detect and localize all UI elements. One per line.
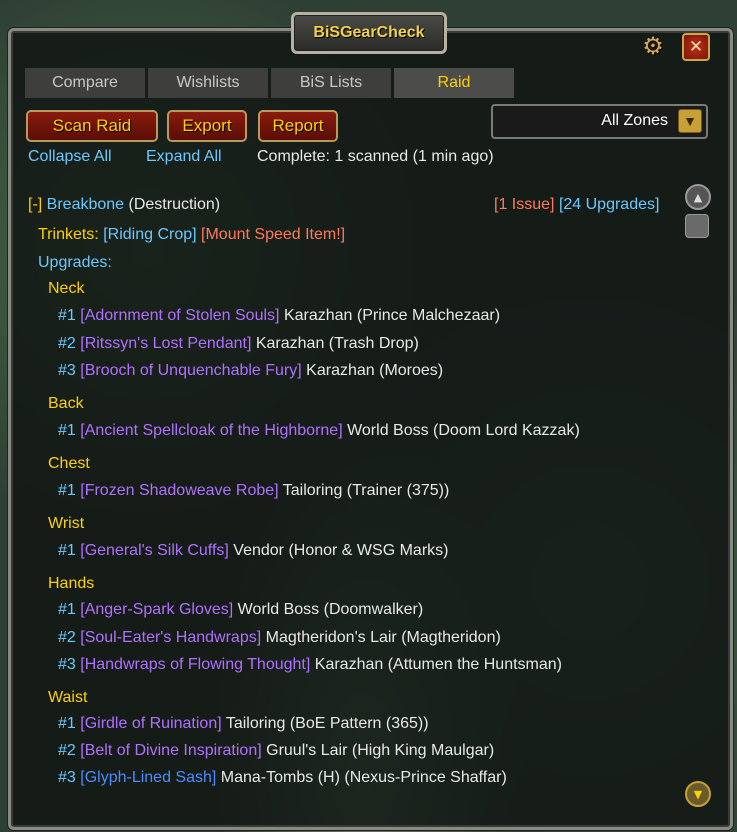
upgrade-row: #1 [Frozen Shadoweave Robe] Tailoring (T… [58,482,449,500]
collapse-all-link[interactable]: Collapse All [28,148,112,166]
upgrade-rank: #1 [58,482,76,499]
upgrade-item-link[interactable]: [Girdle of Ruination] [80,715,221,732]
upgrade-item-link[interactable]: [Ancient Spellcloak of the Highborne] [80,422,342,439]
upgrade-row: #3 [Handwraps of Flowing Thought] Karazh… [58,656,562,674]
upgrade-rank: #3 [58,362,76,379]
slot-heading-wrist: Wrist [48,515,85,532]
upgrade-source: Karazhan (Attumen the Huntsman) [314,656,562,673]
trinket-item-link[interactable]: [Riding Crop] [103,226,196,243]
scroll-up-button[interactable]: ▲ [685,184,711,210]
upgrade-source: Vendor (Honor & WSG Marks) [233,542,449,559]
report-button[interactable]: Report [258,110,338,142]
tab-bis-lists[interactable]: BiS Lists [271,68,391,98]
upgrade-item-link[interactable]: [Anger-Spark Gloves] [80,601,233,618]
upgrade-item-link[interactable]: [Ritssyn's Lost Pendant] [80,335,251,352]
upgrade-rank: #2 [58,335,76,352]
upgrade-item-link[interactable]: [Glyph-Lined Sash] [80,769,216,786]
upgrade-row: #3 [Glyph-Lined Sash] Mana-Tombs (H) (Ne… [58,769,507,787]
upgrade-row: #2 [Belt of Divine Inspiration] Gruul's … [58,742,494,760]
trinkets-label: Trinkets: [38,226,99,243]
window-title-plate[interactable]: BiSGearCheck [291,12,447,54]
player-name: Breakbone [46,196,125,213]
upgrade-row: #1 [Girdle of Ruination] Tailoring (BoE … [58,715,429,733]
trinket-warning: [Mount Speed Item!] [201,226,346,243]
upgrade-rank: #2 [58,742,76,759]
slot-heading-back: Back [48,395,84,412]
collapse-toggle[interactable]: [-] [28,196,42,213]
upgrade-rank: #3 [58,769,76,786]
upgrade-source: World Boss (Doom Lord Kazzak) [347,422,580,439]
upgrade-source: Karazhan (Trash Drop) [255,335,419,352]
upgrade-row: #1 [General's Silk Cuffs] Vendor (Honor … [58,542,448,560]
tab-compare[interactable]: Compare [25,68,145,98]
chevron-up-icon: ▲ [693,190,703,204]
slot-heading-chest: Chest [48,455,90,472]
upgrade-item-link[interactable]: [Frozen Shadoweave Robe] [80,482,278,499]
gear-icon[interactable]: ⚙ [641,34,665,58]
upgrade-source: Karazhan (Moroes) [306,362,444,379]
upgrade-item-link[interactable]: [Soul-Eater's Handwraps] [80,629,261,646]
upgrade-rank: #3 [58,656,76,673]
issue-count[interactable]: [1 Issue] [494,196,554,213]
player-summary: [1 Issue] [24 Upgrades] [494,196,659,214]
upgrade-item-link[interactable]: [Belt of Divine Inspiration] [80,742,261,759]
upgrades-label: Upgrades: [38,254,112,271]
upgrade-row: #3 [Brooch of Unquenchable Fury] Karazha… [58,362,443,380]
upgrade-rank: #1 [58,422,76,439]
zone-dropdown-value: All Zones [601,112,668,129]
tab-raid[interactable]: Raid [394,68,514,98]
upgrade-item-link[interactable]: [General's Silk Cuffs] [80,542,229,559]
scan-raid-button[interactable]: Scan Raid [26,110,158,142]
upgrade-source: Magtheridon's Lair (Magtheridon) [265,629,501,646]
upgrade-source: Karazhan (Prince Malchezaar) [283,307,501,324]
player-spec: (Destruction) [128,196,221,213]
export-button[interactable]: Export [167,110,247,142]
upgrade-source: Gruul's Lair (High King Maulgar) [266,742,495,759]
scroll-down-button[interactable]: ▼ [685,781,711,807]
trinkets-row: Trinkets: [Riding Crop] [Mount Speed Ite… [38,226,345,244]
upgrade-source: Tailoring (BoE Pattern (365)) [225,715,429,732]
chevron-down-icon[interactable]: ▼ [678,109,702,133]
slot-heading-hands: Hands [48,575,95,592]
upgrade-item-link[interactable]: [Adornment of Stolen Souls] [80,307,279,324]
upgrade-row: #2 [Soul-Eater's Handwraps] Magtheridon'… [58,629,501,647]
upgrade-source: Tailoring (Trainer (375)) [282,482,450,499]
expand-all-link[interactable]: Expand All [146,148,222,166]
upgrade-source: World Boss (Doomwalker) [237,601,424,618]
upgrade-item-link[interactable]: [Brooch of Unquenchable Fury] [80,362,301,379]
upgrade-row: #1 [Adornment of Stolen Souls] Karazhan … [58,307,500,325]
window-title: BiSGearCheck [313,24,425,41]
upgrade-rank: #1 [58,307,76,324]
upgrade-item-link[interactable]: [Handwraps of Flowing Thought] [80,656,310,673]
player-header[interactable]: [-] Breakbone (Destruction) [28,196,220,214]
upgrade-rank: #1 [58,715,76,732]
zone-dropdown[interactable]: All Zones ▼ [491,104,708,139]
tab-wishlists[interactable]: Wishlists [148,68,268,98]
upgrade-rank: #1 [58,542,76,559]
tab-bar: Compare Wishlists BiS Lists Raid [25,68,514,98]
scan-status: Complete: 1 scanned (1 min ago) [257,148,494,165]
upgrade-row: #1 [Ancient Spellcloak of the Highborne]… [58,422,580,440]
scrollbar-thumb[interactable] [685,214,709,238]
upgrade-count[interactable]: [24 Upgrades] [559,196,660,213]
upgrade-source: Mana-Tombs (H) (Nexus-Prince Shaffar) [220,769,507,786]
close-button[interactable]: ✕ [682,33,710,61]
upgrade-rank: #2 [58,629,76,646]
upgrade-row: #2 [Ritssyn's Lost Pendant] Karazhan (Tr… [58,335,419,353]
slot-heading-neck: Neck [48,280,85,297]
slot-heading-waist: Waist [48,689,88,706]
chevron-down-icon: ▼ [693,787,703,801]
close-icon: ✕ [688,37,704,57]
upgrade-row: #1 [Anger-Spark Gloves] World Boss (Doom… [58,601,423,619]
upgrade-rank: #1 [58,601,76,618]
